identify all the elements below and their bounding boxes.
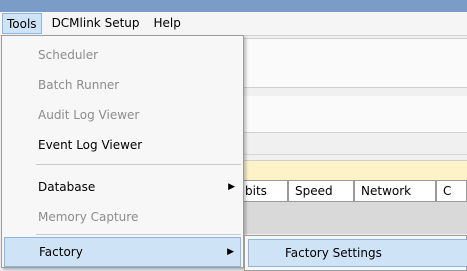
menu-item-batch-runner[interactable]: Batch Runner <box>4 70 241 100</box>
menu-item-audit-log-viewer[interactable]: Audit Log Viewer <box>4 100 241 130</box>
background-panel <box>244 38 467 88</box>
menu-item-memory-capture[interactable]: Memory Capture <box>4 202 241 232</box>
background-grid-area <box>244 202 467 234</box>
menu-item-factory-settings[interactable]: Factory Settings <box>248 239 467 267</box>
column-header-bits[interactable]: bits <box>238 180 288 202</box>
menu-item-database[interactable]: Database ▶ <box>4 172 241 202</box>
window-title-stripe <box>0 0 467 12</box>
submenu-arrow-icon: ▶ <box>228 182 235 192</box>
menu-separator <box>36 234 241 235</box>
menu-help[interactable]: Help <box>150 13 185 34</box>
menu-separator <box>36 164 241 165</box>
column-header-speed[interactable]: Speed <box>288 180 354 202</box>
menu-item-label: Factory <box>39 245 83 259</box>
menu-item-factory[interactable]: Factory ▶ <box>4 237 241 267</box>
menu-dcmlink-setup[interactable]: DCMlink Setup <box>48 13 144 34</box>
menu-item-label: Database <box>38 180 96 194</box>
background-divider <box>244 140 467 155</box>
submenu-arrow-icon: ▶ <box>227 247 234 257</box>
menu-tools[interactable]: Tools <box>2 13 42 34</box>
tools-dropdown-menu: Scheduler Batch Runner Audit Log Viewer … <box>1 35 244 268</box>
column-header-network[interactable]: Network <box>354 180 436 202</box>
menu-bar: Tools DCMlink Setup Help <box>0 12 467 36</box>
menu-item-event-log-viewer[interactable]: Event Log Viewer <box>4 130 241 160</box>
menu-item-scheduler[interactable]: Scheduler <box>4 40 241 70</box>
factory-submenu: Factory Settings <box>244 235 467 271</box>
background-panel <box>244 96 467 133</box>
column-header-c[interactable]: C <box>436 180 467 202</box>
